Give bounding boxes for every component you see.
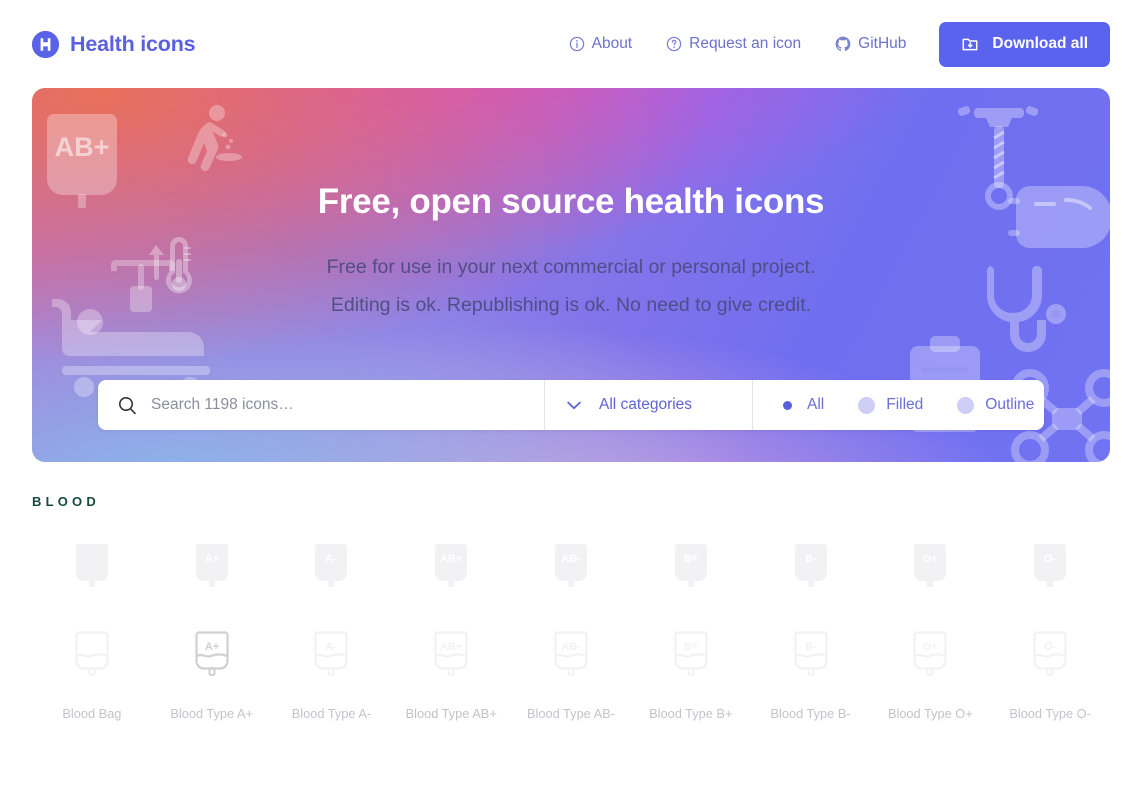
hero-content: Free, open source health icons Free for … — [32, 88, 1110, 324]
style-filter-outline-label: Outline — [985, 396, 1035, 413]
svg-text:AB-: AB- — [561, 641, 581, 653]
icon-label: Blood Type B+ — [649, 706, 733, 721]
icon-cell-outline[interactable]: A+ — [152, 616, 272, 704]
hero-title: Free, open source health icons — [317, 182, 825, 221]
nav-link-request-an-icon[interactable]: Request an icon — [649, 35, 818, 53]
icon-label: Blood Type B- — [770, 706, 851, 721]
download-all-label: Download all — [992, 35, 1088, 52]
style-filter-outline[interactable]: Outline — [957, 396, 1034, 414]
icon-label: Blood Type O- — [1009, 706, 1091, 721]
search-icon — [118, 396, 137, 415]
svg-text:AB+: AB+ — [440, 553, 462, 565]
download-all-button[interactable]: Download all — [939, 21, 1110, 67]
folder-download-icon — [961, 35, 979, 53]
icon-label: Blood Type AB- — [527, 706, 615, 721]
hero-subtitle-line-2: Editing is ok. Republishing is ok. No ne… — [330, 294, 812, 317]
search-toolbar: All categories All Filled Outline — [98, 380, 1044, 430]
section-title-blood: BLOOD — [32, 494, 100, 509]
svg-text:A-: A- — [326, 641, 338, 653]
nav-link-github-label: GitHub — [858, 35, 907, 52]
svg-text:A-: A- — [326, 553, 338, 565]
icon-label: Blood Type AB+ — [405, 706, 497, 721]
icon-cell-filled[interactable]: A- — [272, 528, 392, 616]
chevron-down-icon — [567, 401, 581, 410]
radio-dot-filled — [858, 396, 876, 414]
style-filter-filled[interactable]: Filled — [858, 396, 923, 414]
radio-dot-outline — [957, 396, 975, 414]
svg-text:A+: A+ — [204, 553, 218, 565]
svg-text:B-: B- — [805, 553, 817, 565]
icon-cell-outline[interactable] — [32, 616, 152, 704]
nav-link-request-label: Request an icon — [689, 35, 802, 52]
svg-text:O+: O+ — [923, 553, 938, 565]
radio-dot-all — [779, 396, 796, 414]
icon-label: Blood Type A- — [291, 706, 372, 721]
nav-link-about[interactable]: About — [552, 35, 650, 53]
icon-cell-filled[interactable]: AB- — [511, 528, 631, 616]
icon-cell-filled[interactable]: O+ — [870, 528, 990, 616]
svg-text:O+: O+ — [923, 641, 938, 653]
icon-grid-filled-row: A+ A- AB+ AB- B+ B- O+ O- — [32, 528, 1110, 616]
icon-cell-filled[interactable]: A+ — [152, 528, 272, 616]
search-field[interactable] — [98, 380, 545, 430]
icon-cell-filled[interactable]: B- — [751, 528, 871, 616]
icon-grid-outline-row: A+ A- AB+ AB- B+ B- O+ O- — [32, 616, 1110, 704]
site-header: Health icons About Request an icon GitHu… — [0, 0, 1142, 88]
info-icon — [569, 36, 585, 52]
icon-label: Blood Bag — [62, 706, 122, 721]
style-filter-filled-label: Filled — [886, 396, 924, 413]
style-filter-group: All Filled Outline — [753, 380, 1044, 430]
svg-text:B-: B- — [805, 641, 817, 653]
page-root: Health icons About Request an icon GitHu… — [0, 0, 1142, 791]
category-dropdown[interactable]: All categories — [545, 380, 753, 430]
hero-subtitle: Free for use in your next commercial or … — [32, 248, 1110, 324]
svg-text:AB+: AB+ — [440, 641, 462, 653]
svg-text:AB-: AB- — [561, 553, 581, 565]
nav-link-about-label: About — [591, 35, 633, 52]
health-icons-logo-icon — [32, 30, 59, 58]
icon-label-row: Blood Bag Blood Type A+ Blood Type A- Blood… — [32, 706, 1110, 721]
icon-cell-filled[interactable] — [32, 528, 152, 616]
svg-text:B+: B+ — [684, 553, 698, 565]
icon-cell-outline[interactable]: O- — [990, 616, 1110, 704]
brand[interactable]: Health icons — [32, 30, 196, 58]
icon-cell-outline[interactable]: A- — [272, 616, 392, 704]
svg-text:O-: O- — [1044, 553, 1057, 565]
icon-cell-outline[interactable]: B+ — [631, 616, 751, 704]
hero-subtitle-line-1: Free for use in your next commercial or … — [326, 256, 816, 278]
svg-text:A+: A+ — [204, 641, 218, 653]
style-filter-all[interactable]: All — [779, 396, 824, 414]
search-input[interactable] — [151, 396, 544, 414]
icon-label: Blood Type A+ — [170, 706, 253, 721]
svg-text:B+: B+ — [684, 641, 698, 653]
icon-cell-outline[interactable]: B- — [751, 616, 871, 704]
icon-cell-outline[interactable]: O+ — [870, 616, 990, 704]
icon-cell-outline[interactable]: AB- — [511, 616, 631, 704]
hero-banner: AB+ Free, open source health icons Free … — [32, 88, 1110, 462]
category-dropdown-label: All categories — [599, 396, 693, 413]
main-nav: About Request an icon GitHub Download al… — [552, 21, 1110, 67]
icon-cell-filled[interactable]: B+ — [631, 528, 751, 616]
brand-name: Health icons — [70, 31, 196, 56]
github-icon — [835, 36, 851, 52]
icon-cell-filled[interactable]: O- — [990, 528, 1110, 616]
icon-cell-outline[interactable]: AB+ — [391, 616, 511, 704]
svg-text:O-: O- — [1044, 641, 1057, 653]
icon-label: Blood Type O+ — [887, 706, 973, 721]
style-filter-all-label: All — [807, 396, 825, 413]
icon-cell-filled[interactable]: AB+ — [391, 528, 511, 616]
question-icon — [666, 36, 682, 52]
nav-link-github[interactable]: GitHub — [818, 35, 923, 53]
